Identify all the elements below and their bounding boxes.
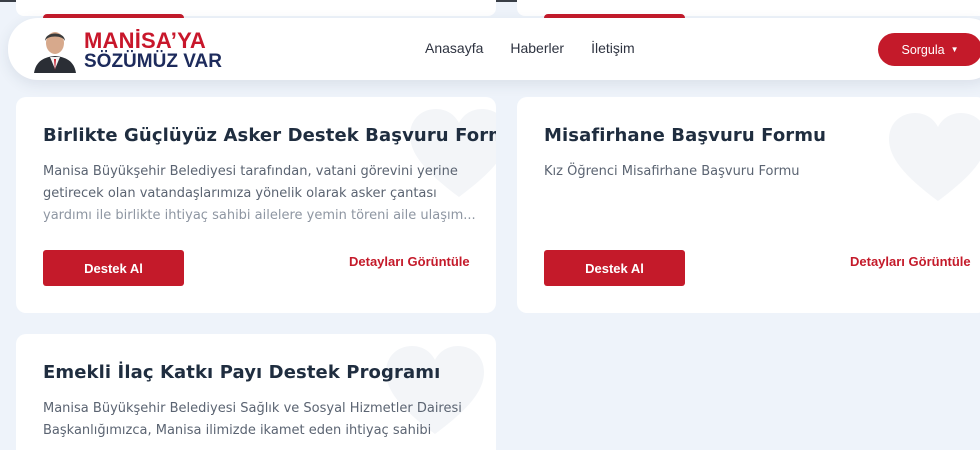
caret-down-icon: ▼ [950, 45, 959, 54]
destek-al-button[interactable]: Destek Al [43, 250, 184, 286]
destek-al-button[interactable]: Destek Al [544, 250, 685, 286]
nav-anasayfa[interactable]: Anasayfa [425, 40, 483, 56]
card-description-line: Manisa Büyükşehir Belediyesi Sağlık ve S… [43, 401, 462, 416]
card-title: Misafirhane Başvuru Formu [544, 125, 827, 146]
support-card-emekli-ilac: Emekli İlaç Katkı Payı Destek Programı M… [16, 334, 496, 450]
sorgula-dropdown-button[interactable]: Sorgula ▼ [878, 33, 980, 66]
logo-text-line2: SÖZÜMÜZ VAR [84, 51, 222, 72]
logo-text-line1: MANİSA’YA [84, 28, 207, 53]
support-card-asker: Birlikte Güçlüyüz Asker Destek Başvuru F… [16, 97, 496, 313]
main-nav: Anasayfa Haberler İletişim [425, 40, 635, 56]
card-title: Emekli İlaç Katkı Payı Destek Programı [43, 362, 441, 383]
card-description: Kız Öğrenci Misafirhane Başvuru Formu [544, 161, 964, 183]
card-description-line: Kız Öğrenci Misafirhane Başvuru Formu [544, 164, 800, 179]
card-description: Manisa Büyükşehir Belediyesi tarafından,… [43, 161, 483, 227]
card-description: Manisa Büyükşehir Belediyesi Sağlık ve S… [43, 398, 483, 442]
heart-watermark-icon [889, 113, 980, 201]
nav-iletisim[interactable]: İletişim [591, 40, 635, 56]
card-description-line: getirecek olan vatandaşlarımıza yönelik … [43, 186, 437, 201]
card-description-line: Başkanlığımızca, Manisa ilimizde ikamet … [43, 423, 432, 438]
site-logo[interactable]: MANİSA’YA SÖZÜMÜZ VAR [32, 25, 232, 75]
card-title: Birlikte Güçlüyüz Asker Destek Başvuru F… [43, 125, 496, 146]
nav-haberler[interactable]: Haberler [510, 40, 564, 56]
detaylari-goruntule-link[interactable]: Detayları Görüntüle [850, 254, 971, 269]
site-header: MANİSA’YA SÖZÜMÜZ VAR Anasayfa Haberler … [8, 18, 980, 80]
sorgula-label: Sorgula [901, 42, 945, 57]
support-card-misafirhane: Misafirhane Başvuru Formu Kız Öğrenci Mi… [517, 97, 980, 313]
card-description-line: yardımı ile birlikte ihtiyaç sahibi aile… [43, 208, 476, 223]
mayor-portrait-image [32, 25, 78, 73]
detaylari-goruntule-link[interactable]: Detayları Görüntüle [349, 254, 470, 269]
card-description-line: Manisa Büyükşehir Belediyesi tarafından,… [43, 164, 458, 179]
